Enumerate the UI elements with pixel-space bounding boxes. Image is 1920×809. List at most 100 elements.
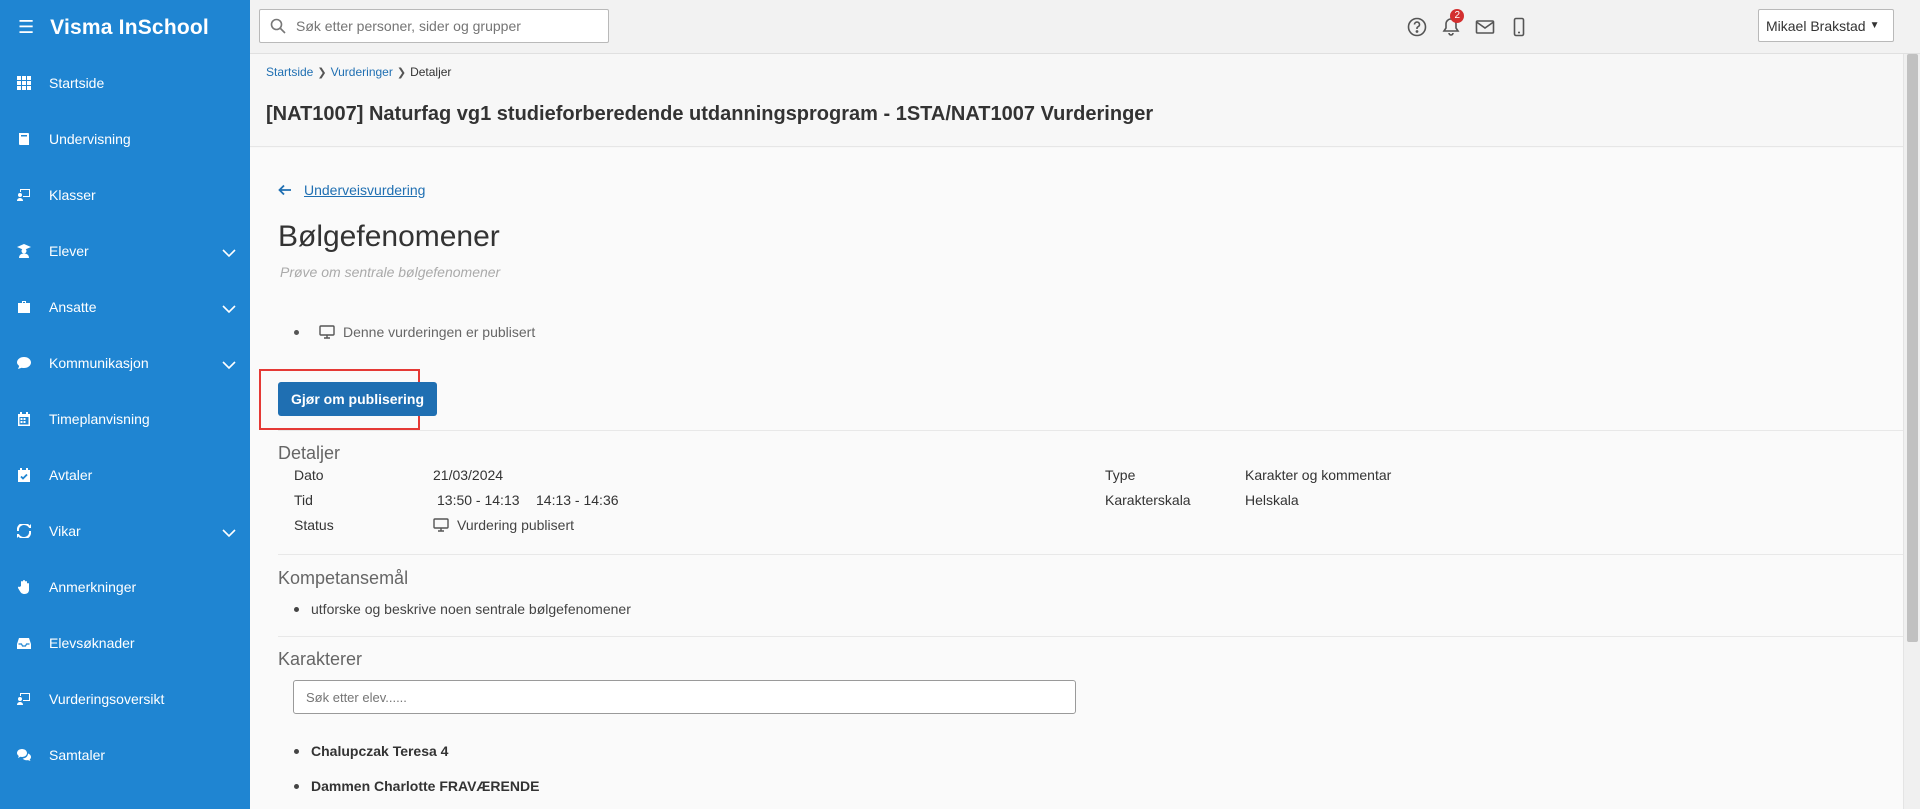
sidebar-item-elevsoknader[interactable]: Elevsøknader <box>0 615 250 671</box>
type-label: Type <box>1105 467 1136 483</box>
monitor-icon <box>433 518 449 532</box>
student-grade-text: Dammen Charlotte FRAVÆRENDE <box>311 778 540 794</box>
status-label: Status <box>294 517 334 533</box>
breadcrumb-startside[interactable]: Startside <box>266 65 313 79</box>
student-icon <box>17 244 31 258</box>
help-button[interactable] <box>1400 17 1434 37</box>
back-link-label: Underveisvurdering <box>304 182 426 198</box>
student-list-item: Chalupczak Teresa 4 <box>294 743 448 759</box>
sidebar-item-samtaler[interactable]: Samtaler <box>0 727 250 783</box>
chevron-down-icon[interactable] <box>222 525 236 541</box>
sidebar-item-label: Anmerkninger <box>49 579 137 595</box>
sidebar-item-undervisning[interactable]: Undervisning <box>0 111 250 167</box>
classroom-icon <box>17 188 31 202</box>
back-link[interactable]: Underveisvurdering <box>278 182 425 198</box>
breadcrumb: Startside ❯ Vurderinger ❯ Detaljer <box>266 65 451 79</box>
main-content: Underveisvurdering Bølgefenomener Prøve … <box>250 148 1903 809</box>
grid-icon <box>17 76 31 90</box>
user-menu[interactable]: Mikael Brakstad ▼ <box>1758 9 1894 42</box>
classroom-icon <box>17 692 31 706</box>
messages-button[interactable] <box>1468 17 1502 37</box>
status-value: Vurdering publisert <box>457 517 574 533</box>
monitor-icon <box>319 325 335 339</box>
notifications-button[interactable]: 2 <box>1434 9 1468 37</box>
chevron-right-icon: ❯ <box>396 66 407 79</box>
sidebar-item-label: Vikar <box>49 523 81 539</box>
inbox-icon <box>17 636 31 650</box>
sidebar-item-timeplanvisning[interactable]: Timeplanvisning <box>0 391 250 447</box>
top-bar: 2 Mikael Brakstad ▼ <box>250 0 1920 54</box>
sidebar: ☰ Visma InSchool Startside Undervisning … <box>0 0 250 809</box>
grade-scale-label: Karakterskala <box>1105 492 1191 508</box>
divider <box>278 636 1903 637</box>
help-icon <box>1407 17 1427 37</box>
bullet <box>294 329 299 335</box>
sidebar-item-label: Elevsøknader <box>49 635 135 651</box>
page-header: Startside ❯ Vurderinger ❯ Detaljer [NAT1… <box>250 55 1903 147</box>
sidebar-item-vurderingsoversikt[interactable]: Vurderingsoversikt <box>0 671 250 727</box>
refresh-icon <box>17 524 31 538</box>
hamburger-menu-icon[interactable]: ☰ <box>18 17 34 38</box>
sidebar-nav: Startside Undervisning Klasser Elever An… <box>0 55 250 783</box>
competence-heading: Kompetansemål <box>278 568 409 588</box>
phone-icon <box>1513 17 1525 37</box>
chat-bubble-icon <box>17 356 31 370</box>
bullet <box>294 748 299 754</box>
competence-goal-text: utforske og beskrive noen sentrale bølge… <box>311 601 631 617</box>
chat-bubbles-icon <box>17 748 31 762</box>
sidebar-item-avtaler[interactable]: Avtaler <box>0 447 250 503</box>
assessment-title: Bølgefenomener <box>278 220 500 253</box>
date-value: 21/03/2024 <box>433 467 504 483</box>
student-search-input[interactable] <box>293 680 1076 714</box>
arrow-left-icon <box>278 184 291 196</box>
briefcase-icon <box>17 300 31 314</box>
global-search-input[interactable] <box>296 18 596 34</box>
user-name: Mikael Brakstad <box>1766 17 1866 34</box>
competence-goal-item: utforske og beskrive noen sentrale bølge… <box>294 601 631 617</box>
chevron-down-icon[interactable] <box>222 301 236 317</box>
mobile-button[interactable] <box>1502 17 1536 37</box>
chevron-down-icon[interactable] <box>222 357 236 373</box>
sidebar-item-ansatte[interactable]: Ansatte <box>0 279 250 335</box>
notification-badge: 2 <box>1450 9 1464 23</box>
redo-publishing-button[interactable]: Gjør om publisering <box>278 382 437 416</box>
search-icon <box>270 18 286 34</box>
page-title: [NAT1007] Naturfag vg1 studieforberedend… <box>266 103 1154 125</box>
top-icons: 2 <box>1400 0 1536 54</box>
sidebar-item-klasser[interactable]: Klasser <box>0 167 250 223</box>
calendar-icon <box>17 412 31 426</box>
sidebar-item-label: Timeplanvisning <box>49 411 150 427</box>
chevron-down-icon[interactable] <box>222 245 236 261</box>
sidebar-item-elever[interactable]: Elever <box>0 223 250 279</box>
sidebar-item-label: Vurderingsoversikt <box>49 691 165 707</box>
sidebar-item-label: Samtaler <box>49 747 106 763</box>
envelope-icon <box>1475 20 1495 34</box>
published-note: Denne vurderingen er publisert <box>343 324 536 340</box>
sidebar-item-vikar[interactable]: Vikar <box>0 503 250 559</box>
caret-down-icon: ▼ <box>1869 20 1880 31</box>
grade-scale-value: Helskala <box>1245 492 1299 508</box>
brand-header: ☰ Visma InSchool <box>0 0 250 55</box>
date-label: Dato <box>294 467 324 483</box>
time-value-1: 13:50 - 14:13 <box>437 492 520 508</box>
hand-icon <box>17 580 31 594</box>
sidebar-item-anmerkninger[interactable]: Anmerkninger <box>0 559 250 615</box>
chevron-right-icon: ❯ <box>317 66 327 79</box>
scrollbar-thumb[interactable] <box>1907 54 1918 642</box>
sidebar-item-label: Kommunikasjon <box>49 355 149 371</box>
time-value-2: 14:13 - 14:36 <box>536 492 619 508</box>
student-grade-text: Chalupczak Teresa 4 <box>311 743 449 759</box>
sidebar-item-startside[interactable]: Startside <box>0 55 250 111</box>
student-list-item: Dammen Charlotte FRAVÆRENDE <box>294 778 539 794</box>
breadcrumb-vurderinger[interactable]: Vurderinger <box>331 65 393 79</box>
page-scrollbar[interactable] <box>1903 54 1920 809</box>
sidebar-item-label: Undervisning <box>49 131 131 147</box>
assessment-description: Prøve om sentrale bølgefenomener <box>280 264 501 280</box>
published-status-item: Denne vurderingen er publisert <box>294 324 535 340</box>
divider <box>278 554 1903 555</box>
bullet <box>294 783 299 789</box>
global-search[interactable] <box>259 9 609 43</box>
sidebar-item-kommunikasjon[interactable]: Kommunikasjon <box>0 335 250 391</box>
status-value-row: Vurdering publisert <box>433 517 574 533</box>
sidebar-item-label: Startside <box>49 75 105 91</box>
